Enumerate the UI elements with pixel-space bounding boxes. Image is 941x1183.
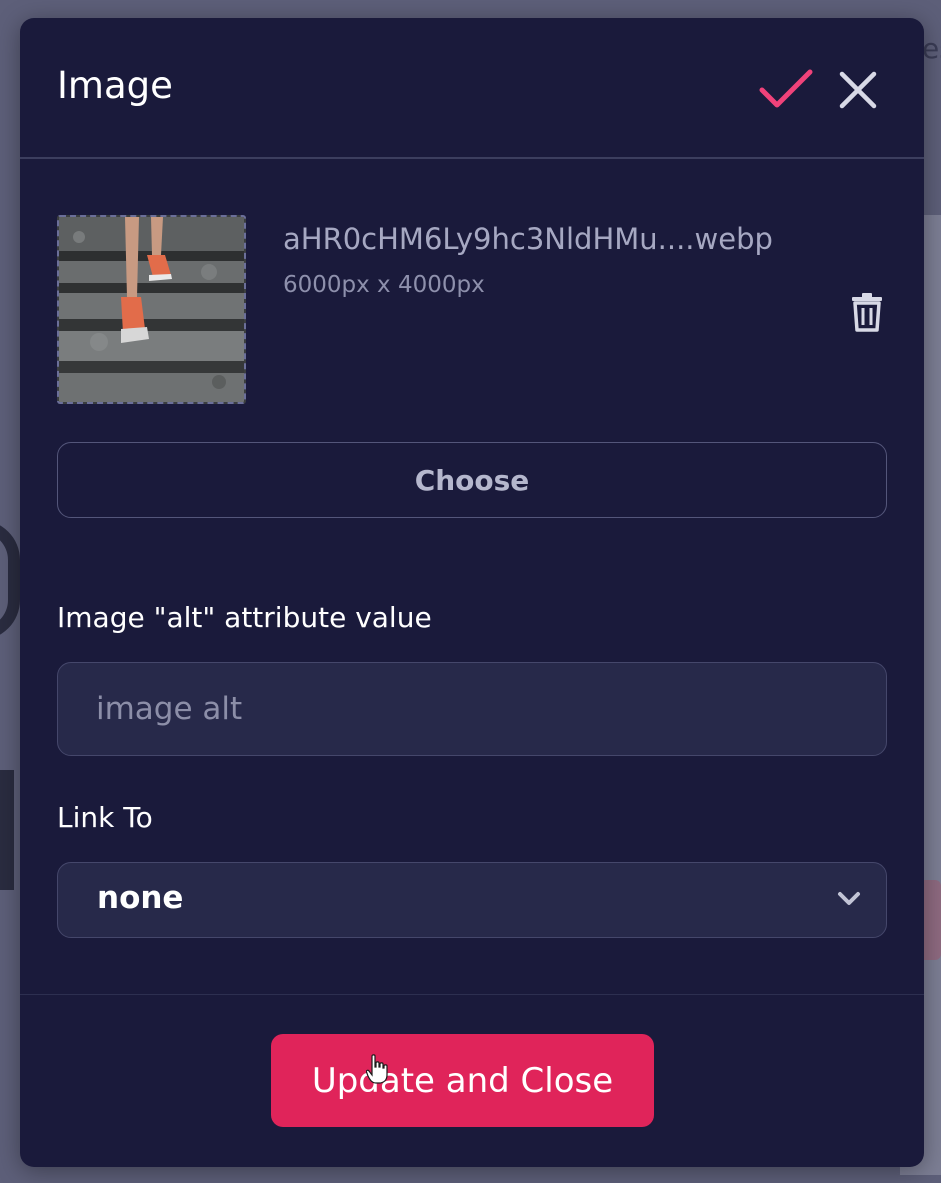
background-glyph <box>0 520 20 640</box>
close-icon[interactable] <box>836 68 880 112</box>
update-and-close-button[interactable]: Update and Close <box>271 1034 654 1127</box>
background-text: es <box>922 32 941 65</box>
footer-divider <box>20 994 924 995</box>
image-modal: Image aHR0cHM6Ly9hc3NldHMu....webp 6000p… <box>20 18 924 1167</box>
checkmark-icon[interactable] <box>758 66 814 112</box>
choose-button[interactable]: Choose <box>57 442 887 518</box>
modal-title: Image <box>57 64 173 107</box>
link-to-select[interactable]: none <box>57 862 887 938</box>
link-to-selected-value: none <box>97 880 184 916</box>
background-glyph <box>0 770 14 890</box>
stair-runner-thumbnail <box>59 217 244 402</box>
alt-input[interactable] <box>57 662 887 756</box>
chevron-down-icon <box>838 892 860 905</box>
image-thumbnail[interactable] <box>57 215 246 404</box>
alt-field-label: Image "alt" attribute value <box>57 601 432 634</box>
image-file-name: aHR0cHM6Ly9hc3NldHMu....webp <box>283 222 773 256</box>
trash-icon[interactable] <box>850 292 884 332</box>
image-dimensions: 6000px x 4000px <box>283 272 485 298</box>
modal-header: Image <box>20 18 924 159</box>
link-to-label: Link To <box>57 801 153 834</box>
